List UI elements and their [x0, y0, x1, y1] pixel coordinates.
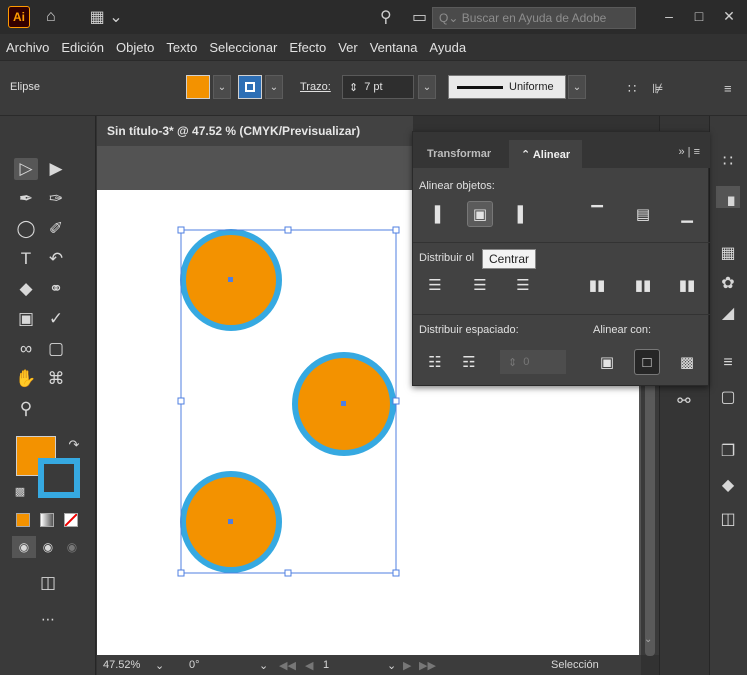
panel-divider — [413, 314, 710, 315]
distribute-vertical-center-icon[interactable]: ☰ — [468, 273, 492, 297]
zoom-level[interactable]: 47.52% — [103, 659, 140, 671]
first-artboard-icon[interactable]: ◀◀ — [279, 659, 296, 672]
stepper-icon[interactable]: ⇕ — [508, 356, 517, 369]
align-to-key-object-icon[interactable]: □ — [634, 349, 660, 375]
panel-menu-icon[interactable]: » | ≡ — [678, 146, 700, 158]
layers-panel-icon[interactable]: ◆ — [716, 474, 740, 496]
scrollbar-thumb[interactable] — [645, 376, 655, 656]
swatches-panel-icon[interactable]: ▦ — [716, 242, 740, 264]
previous-artboard-icon[interactable]: ◀ — [305, 659, 313, 672]
align-panel-icon[interactable]: ▗ — [716, 186, 740, 208]
horizontal-distribute-space-icon[interactable]: ☶ — [457, 350, 481, 374]
align-to-artboard-icon[interactable]: ▩ — [675, 350, 699, 374]
align-panel: Transformar ⌃ Alinear » | ≡ Alinear obje… — [412, 131, 710, 386]
artboards-panel-icon[interactable]: ◫ — [716, 508, 740, 530]
spacing-value-input[interactable]: ⇕ 0 — [500, 350, 566, 374]
rotation-dropdown-icon[interactable]: ⌄ — [259, 659, 268, 672]
spacing-value: 0 — [523, 356, 530, 368]
status-bar: 47.52% ⌄ 0° ⌄ ◀◀ ◀ 1 ⌄ ▶ ▶▶ Selección — [97, 655, 641, 675]
align-bottom-icon[interactable]: ▁ — [675, 202, 699, 226]
ellipse-bottom[interactable] — [180, 471, 282, 573]
zoom-dropdown-icon[interactable]: ⌄ — [155, 659, 164, 672]
align-to-selection-icon[interactable]: ▣ — [595, 350, 619, 374]
distribute-spacing-label: Distribuir espaciado: — [419, 324, 519, 336]
align-left-icon[interactable]: ▐ — [423, 202, 447, 226]
align-to-label: Alinear con: — [593, 324, 652, 336]
align-horizontal-center-icon[interactable]: ▣ — [467, 201, 493, 227]
color-panel-icon[interactable]: ✿ — [716, 272, 740, 294]
artboard-number[interactable]: 1 — [323, 659, 329, 671]
tooltip: Centrar — [482, 249, 537, 269]
align-vertical-center-icon[interactable]: ▤ — [631, 202, 655, 226]
distribute-left-icon[interactable]: ▮▮ — [585, 273, 609, 297]
ellipse-top[interactable] — [180, 229, 282, 331]
tab-alinear[interactable]: ⌃ Alinear — [509, 140, 583, 168]
gradient-panel-icon[interactable]: ◢ — [716, 302, 740, 324]
scroll-down-icon[interactable]: ⌄ — [644, 634, 652, 645]
tab-transformar[interactable]: Transformar — [415, 140, 503, 168]
align-panel-tabs: Transformar ⌃ Alinear » | ≡ — [413, 132, 710, 168]
panel-divider — [413, 242, 710, 243]
align-objects-label: Alinear objetos: — [419, 180, 495, 192]
pathfinder-panel-icon[interactable]: ❐ — [716, 440, 740, 462]
last-artboard-icon[interactable]: ▶▶ — [419, 659, 436, 672]
distribute-objects-label: Distribuir ol — [419, 252, 475, 264]
transparency-panel-icon[interactable]: ▢ — [716, 386, 740, 408]
stroke-panel-icon[interactable]: ≡ — [716, 352, 740, 374]
next-artboard-icon[interactable]: ▶ — [403, 659, 411, 672]
distribute-bottom-icon[interactable]: ☰ — [511, 273, 535, 297]
rotation-value[interactable]: 0° — [189, 659, 200, 671]
panel-dock-icons: ∷ ▗ ▦ ✿ ◢ ≡ ▢ ❐ ◆ ◫ — [709, 116, 747, 675]
distribute-top-icon[interactable]: ☰ — [423, 273, 447, 297]
distribute-right-icon[interactable]: ▮▮ — [675, 273, 699, 297]
link-icon[interactable]: ⚯ — [672, 390, 696, 412]
distribute-horizontal-center-icon[interactable]: ▮▮ — [631, 273, 655, 297]
align-right-icon[interactable]: ▌ — [511, 202, 535, 226]
current-tool-label: Selección — [551, 659, 599, 671]
vertical-distribute-space-icon[interactable]: ☷ — [423, 350, 447, 374]
align-top-icon[interactable]: ▔ — [585, 202, 609, 226]
properties-panel-icon[interactable]: ∷ — [716, 150, 740, 172]
ellipse-middle[interactable] — [292, 352, 396, 456]
artboard-dropdown-icon[interactable]: ⌄ — [387, 659, 396, 672]
